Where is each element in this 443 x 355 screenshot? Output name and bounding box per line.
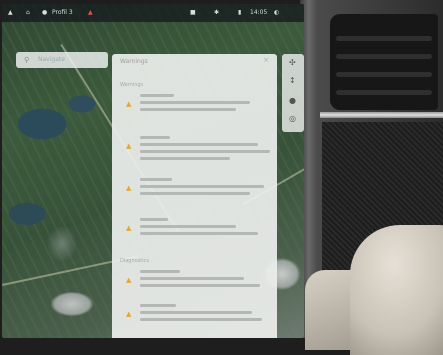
zoom-icon[interactable]: ↕ xyxy=(289,76,296,85)
warning-triangle-icon: ▲ xyxy=(126,184,132,192)
status-bar: ▲ ⌂ ● Profil 3 ▲ ■ ✱ ▮ 14:05 ◐ xyxy=(2,4,304,22)
search-input[interactable]: Navigate xyxy=(38,56,65,63)
warning-triangle-icon: ▲ xyxy=(126,142,132,150)
home-icon[interactable]: ⌂ xyxy=(26,9,30,16)
touchscreen: ▲ ⌂ ● Profil 3 ▲ ■ ✱ ▮ 14:05 ◐ ⚲ Navigat… xyxy=(2,4,304,338)
navigation-search[interactable]: ⚲ Navigate xyxy=(16,52,108,68)
bluetooth-icon: ✱ xyxy=(214,9,220,16)
warning-item[interactable]: ▲ xyxy=(126,268,276,300)
temperature-icon: ◐ xyxy=(274,9,280,16)
search-icon: ⚲ xyxy=(24,56,30,64)
warning-triangle-icon: ▲ xyxy=(126,100,132,108)
warning-item[interactable]: ▲ xyxy=(126,302,276,334)
warning-triangle-icon: ▲ xyxy=(126,224,132,232)
layers-icon[interactable]: ◎ xyxy=(289,114,296,123)
compass-icon[interactable]: ✣ xyxy=(289,58,296,67)
chrome-strip xyxy=(320,112,443,118)
warning-triangle-icon: ▲ xyxy=(126,310,132,318)
warning-item[interactable]: ▲ xyxy=(126,216,276,248)
warning-item[interactable]: ▲ xyxy=(126,176,276,208)
car-interior-photo: ▲ ⌂ ● Profil 3 ▲ ■ ✱ ▮ 14:05 ◐ ⚲ Navigat… xyxy=(0,0,443,355)
air-vent xyxy=(330,14,438,110)
warning-item[interactable]: ▲ xyxy=(126,92,276,124)
signal-icon: ▮ xyxy=(238,9,242,16)
close-icon[interactable]: × xyxy=(263,56,269,64)
clock: 14:05 xyxy=(250,9,268,16)
map-pin-icon[interactable]: ● xyxy=(289,96,296,105)
map-controls: ✣ ↕ ● ◎ xyxy=(282,54,304,132)
warning-item[interactable]: ▲ xyxy=(126,134,276,166)
lock-icon[interactable]: ■ xyxy=(190,9,196,16)
section-warnings: Warnings xyxy=(120,82,144,88)
warnings-panel: Warnings × Warnings ▲ ▲ ▲ ▲ Diagnostics … xyxy=(112,54,277,338)
passenger-seat xyxy=(350,225,443,355)
section-diagnostics: Diagnostics xyxy=(120,258,150,264)
user-icon[interactable]: ● xyxy=(42,9,47,16)
car-icon[interactable]: ▲ xyxy=(8,9,13,16)
alert-icon[interactable]: ▲ xyxy=(88,9,93,16)
profile-name[interactable]: Profil 3 xyxy=(52,9,73,16)
warning-triangle-icon: ▲ xyxy=(126,276,132,284)
panel-title: Warnings xyxy=(120,58,148,65)
